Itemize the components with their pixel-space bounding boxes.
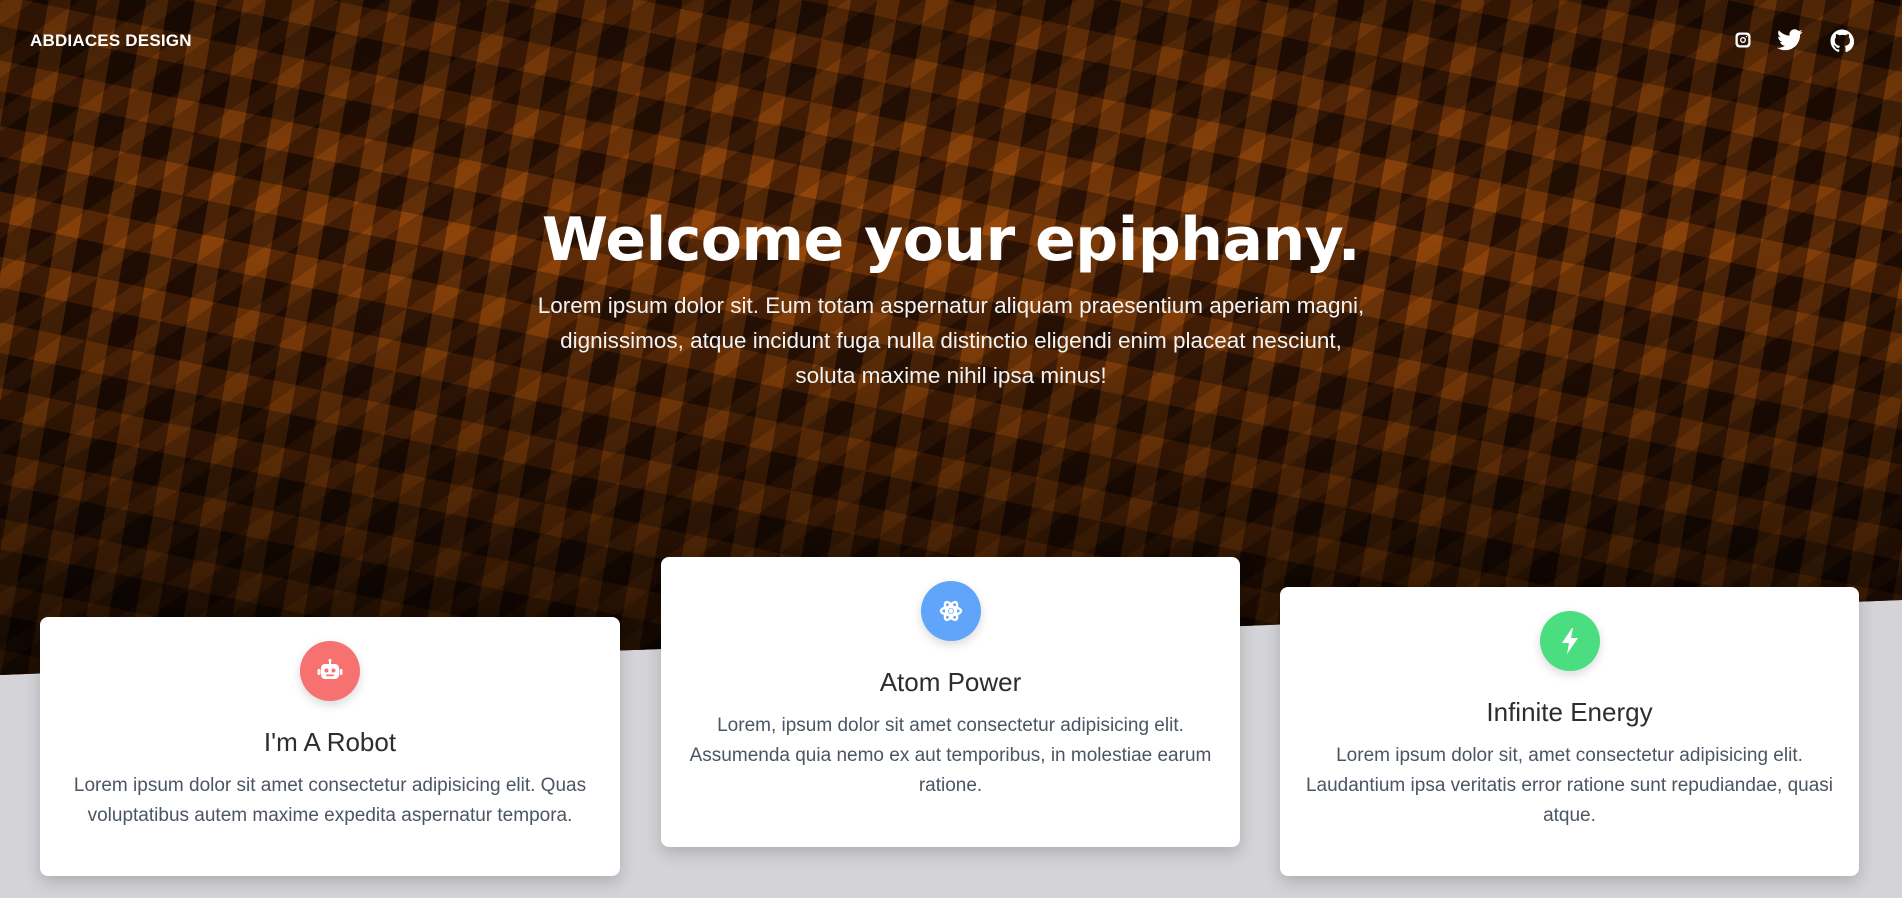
card-title: Infinite Energy [1486, 697, 1653, 727]
instagram-icon [1734, 31, 1752, 49]
github-link[interactable] [1830, 29, 1854, 53]
feature-card-robot: I'm A Robot Lorem ipsum dolor sit amet c… [40, 617, 620, 876]
card-text: Lorem ipsum dolor sit amet consectetur a… [73, 775, 587, 826]
navbar: ABDIACES DESIGN [0, 0, 1902, 86]
instagram-link[interactable] [1734, 31, 1752, 49]
hero-title: Welcome your epiphany. [541, 205, 1361, 275]
twitter-link[interactable] [1777, 29, 1803, 51]
brand-logo-link[interactable]: ABDIACES DESIGN [30, 31, 192, 51]
card-title: Atom Power [879, 667, 1022, 697]
hero-subtitle: Lorem ipsum dolor sit. Eum totam asperna… [537, 293, 1365, 388]
hero-section: Welcome your epiphany. Lorem ipsum dolor… [0, 204, 1902, 393]
card-text: Lorem, ipsum dolor sit amet consectetur … [689, 715, 1212, 796]
card-title: I'm A Robot [263, 727, 397, 757]
feature-card-atom: Atom Power Lorem, ipsum dolor sit amet c… [661, 557, 1240, 847]
card-text: Lorem ipsum dolor sit, amet consectetur … [1305, 745, 1834, 826]
bolt-icon [1539, 611, 1600, 671]
github-icon [1830, 29, 1854, 53]
robot-icon [300, 641, 360, 701]
landing-page: ABDIACES DESIGN Welcome your epiphany. L… [0, 0, 1902, 898]
feature-card-energy: Infinite Energy Lorem ipsum dolor sit, a… [1280, 587, 1859, 876]
atom-icon [920, 581, 981, 641]
twitter-icon [1777, 29, 1803, 51]
